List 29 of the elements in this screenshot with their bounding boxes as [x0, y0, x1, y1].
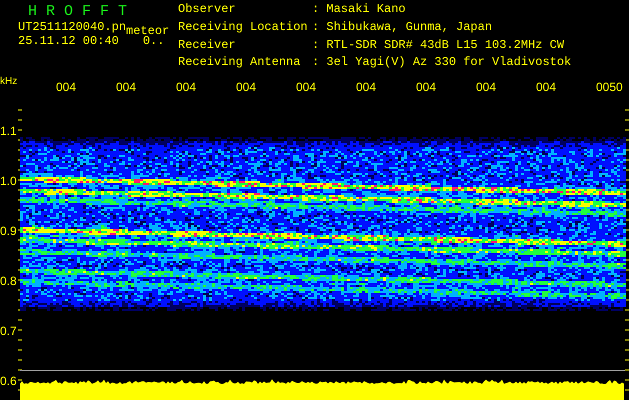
time-label: 004 — [56, 80, 76, 94]
time-label: 004 — [176, 80, 196, 94]
info-value: : RTL-SDR SDR# 43dB L15 103.2MHz CW — [312, 40, 566, 54]
frequency-label: 0.8 — [0, 274, 17, 288]
time-label: 004 — [236, 80, 256, 94]
time-label: 004 — [116, 80, 136, 94]
time-label: 004 — [356, 80, 376, 94]
info-label: Receiving Antenna — [178, 57, 302, 72]
time-label: 0050 — [596, 80, 623, 94]
app-title: H R O F F T — [27, 4, 128, 20]
timestamp: 25.11.12 00:40 — [18, 34, 119, 48]
counter: 0.. — [142, 34, 164, 48]
info-label: Observer — [178, 4, 237, 18]
time-label: 004 — [296, 80, 316, 94]
info-label: Receiver — [178, 40, 237, 54]
info-value: : 3el Yagi(V) Az 330 for Vladivostok — [312, 57, 572, 72]
frequency-label: 0.7 — [0, 324, 17, 338]
time-label: 004 — [536, 80, 556, 94]
file-name: UT2511120040.pn — [18, 20, 126, 34]
frequency-label: 0.6 — [0, 374, 17, 388]
frequency-label: 1.0 — [0, 174, 17, 188]
info-value: : Shibukawa, Gunma, Japan — [312, 22, 494, 36]
time-label: 004 — [416, 80, 436, 94]
info-value: : Masaki Kano — [312, 4, 407, 18]
time-label: 004 — [476, 80, 496, 94]
frequency-label: 1.1 — [0, 124, 17, 138]
frequency-label: 0.9 — [0, 224, 17, 238]
unit-label: kHz — [0, 76, 18, 87]
info-label: Receiving Location — [178, 22, 309, 36]
